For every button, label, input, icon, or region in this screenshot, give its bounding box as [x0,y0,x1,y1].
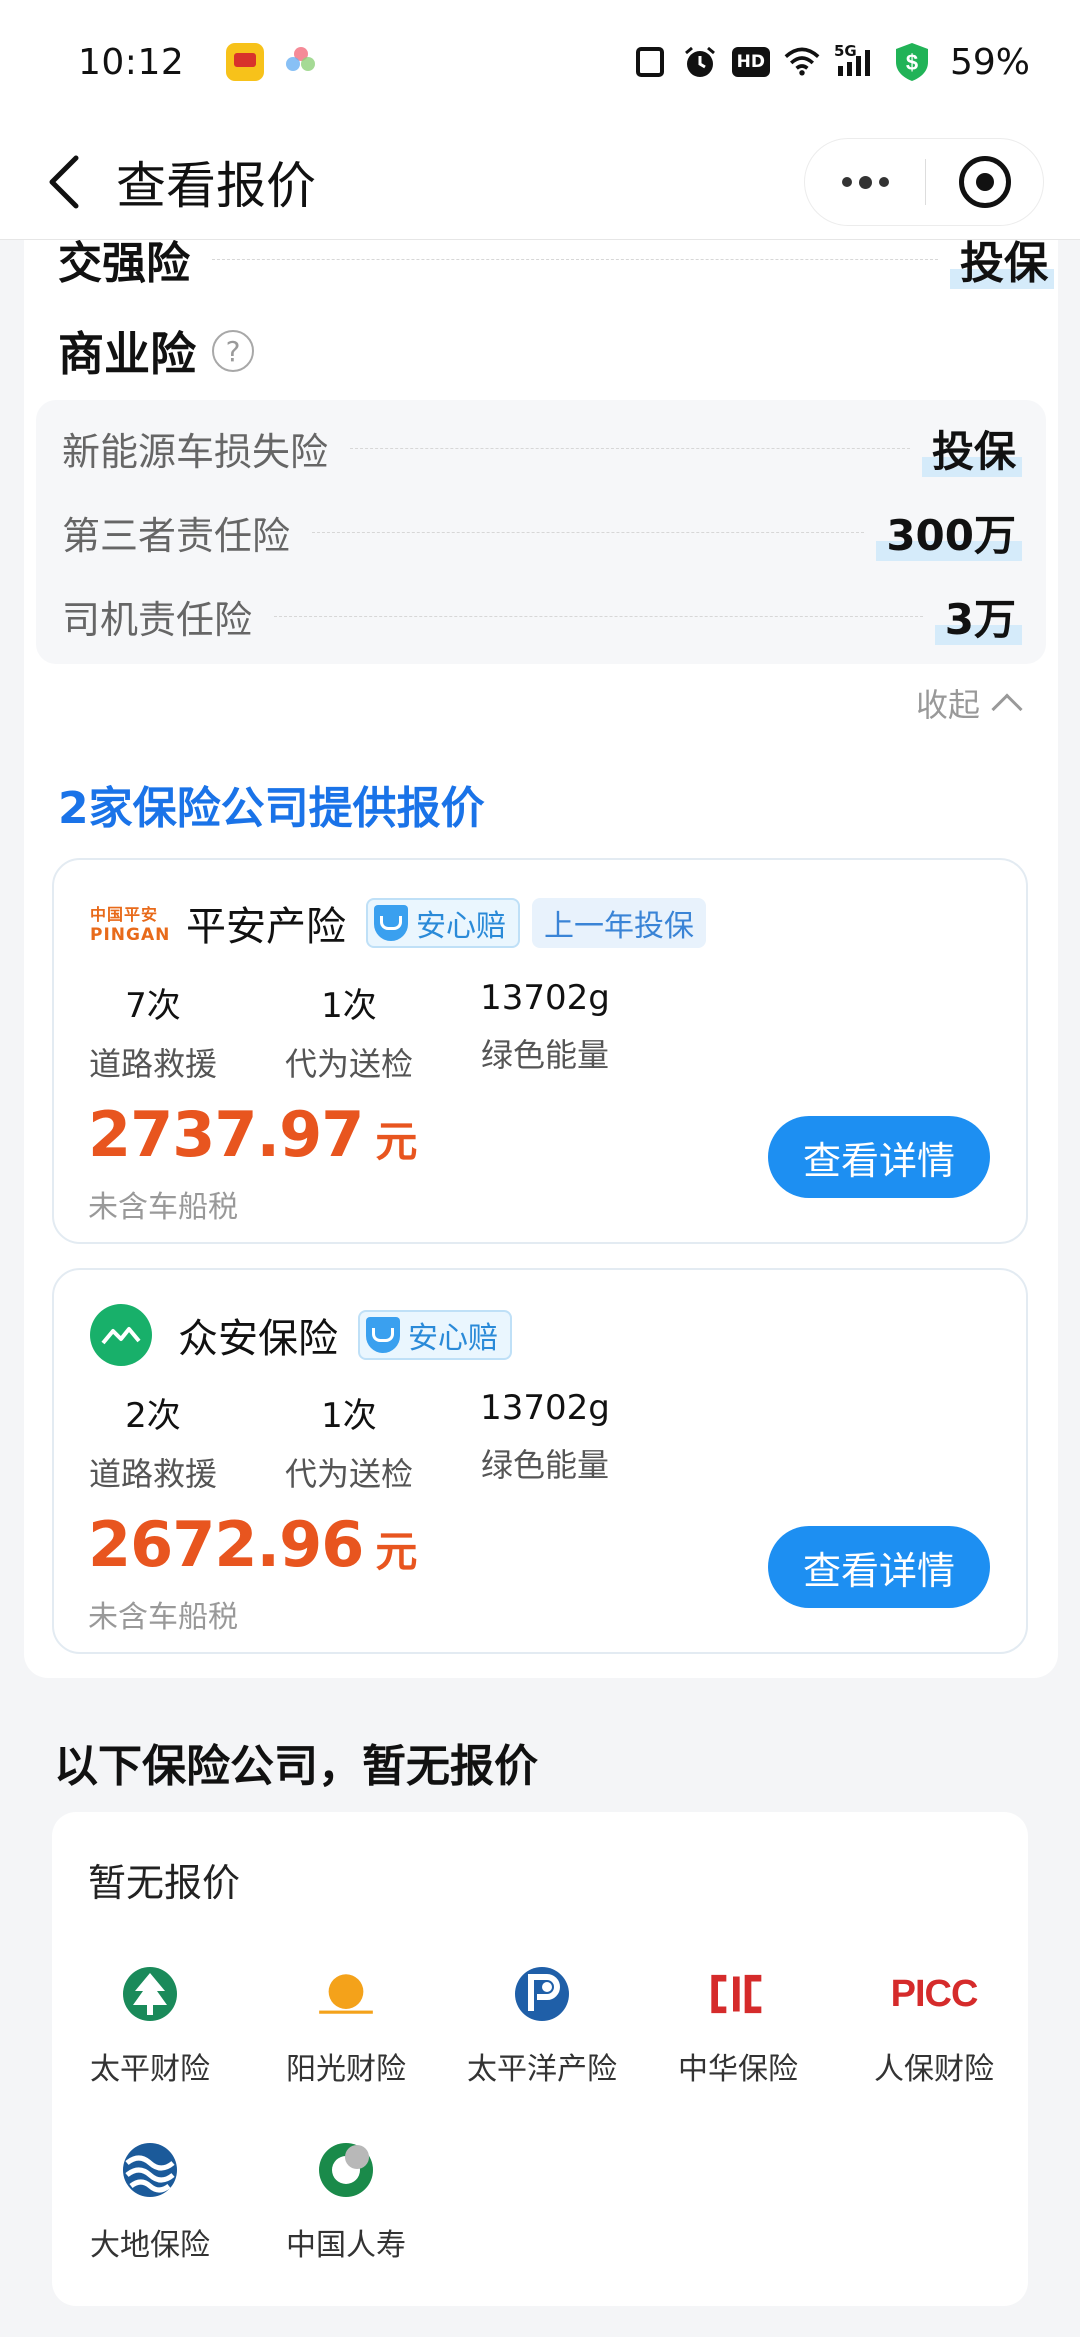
status-bar: 10:12 HD 5G $ 59% [0,0,1080,124]
quote-price: 2672.96 元 [88,1508,418,1581]
chinalife-logo-icon [316,2140,376,2200]
commercial-insurance-list: 新能源车损失险 投保 第三者责任险 300万 司机责任险 3万 [36,400,1046,664]
svg-text:$: $ [906,50,918,75]
dadi-logo-icon [120,2140,180,2200]
more-options-button[interactable] [805,175,925,189]
taiping-logo-icon [120,1964,180,2024]
stat-road-rescue: 7次 道路救援 [88,986,217,1083]
insurer-item[interactable]: PICC 人保财险 [836,1964,1032,2088]
stat-road-rescue: 2次 道路救援 [88,1396,217,1493]
stat-inspection: 1次 代为送检 [284,986,413,1083]
nfc-icon [632,44,668,80]
sunshine-logo-icon [316,1964,376,2024]
close-mini-program-button[interactable] [926,156,1043,208]
commercial-insurance-title: 商业险 ? [58,318,254,384]
insurer-quote-card[interactable]: 中国平安 PINGAN 平安产险 安心赔 上一年投保 7次 道路救援 1次 代为… [52,858,1028,1244]
list-item: 司机责任险 3万 [62,586,1023,646]
no-quote-subtitle: 暂无报价 [88,1861,241,1905]
navigation-bar: 查看报价 [0,124,1080,240]
insurer-quote-card[interactable]: 众安保险 安心赔 2次 道路救援 1次 代为送检 13702g 绿色能量 267… [52,1268,1028,1654]
page-title: 查看报价 [116,156,316,215]
dotted-leader [212,258,938,260]
mini-program-capsule [804,138,1044,226]
tax-note: 未含车船税 [88,1600,238,1635]
hd-icon: HD [731,47,770,77]
stat-green-energy: 13702g 绿色能量 [480,1388,610,1484]
insurer-header: 中国平安 PINGAN 平安产险 安心赔 上一年投保 [90,894,706,952]
benefit-stats: 7次 道路救援 1次 代为送检 13702g 绿色能量 [88,978,610,1085]
list-item: 第三者责任险 300万 [62,502,1022,562]
view-details-button[interactable]: 查看详情 [768,1116,990,1198]
insurer-name: 众安保险 [178,1316,338,1362]
cellular-signal-icon: 5G [834,42,880,80]
notification-flower-icon [286,47,316,77]
stat-green-energy: 13702g 绿色能量 [480,978,610,1074]
picc-logo-icon: PICC [890,1972,979,2015]
insurer-item[interactable]: 太平洋产险 [444,1964,640,2088]
no-quote-card: 暂无报价 太平财险 阳光财险 太平洋产险 中华保险 PICC 人保财险 大地保险… [52,1812,1028,2306]
quotes-section-title: 2家保险公司提供报价 [58,783,485,834]
insurer-name: 平安产险 [186,904,346,950]
anxinpei-badge: 安心赔 [358,1310,512,1360]
security-shield-icon: $ [894,43,930,81]
battery-level: 59% [949,41,1030,83]
tax-note: 未含车船税 [88,1190,238,1225]
chevron-up-icon [991,693,1023,725]
insurer-item[interactable]: 太平财险 [52,1964,248,2088]
cic-logo-icon [708,1964,768,2024]
wifi-icon [784,44,820,80]
zhongan-logo-icon [90,1304,152,1366]
previous-year-tag: 上一年投保 [532,898,706,948]
stat-inspection: 1次 代为送检 [284,1396,413,1493]
quote-price: 2737.97 元 [88,1098,418,1171]
status-icons: HD 5G $ 59% [632,42,1030,83]
cpic-logo-icon [512,1964,572,2024]
collapse-button[interactable]: 收起 [916,680,1023,726]
help-icon[interactable]: ? [212,330,254,372]
view-details-button[interactable]: 查看详情 [768,1526,990,1608]
anxinpei-badge: 安心赔 [366,898,520,948]
alarm-icon [682,44,718,80]
shield-icon [366,1317,400,1353]
benefit-stats: 2次 道路救援 1次 代为送检 13702g 绿色能量 [88,1388,610,1495]
insurer-item[interactable]: 阳光财险 [248,1964,444,2088]
target-icon [958,156,1011,208]
shield-icon [374,905,408,941]
no-quote-section-title: 以下保险公司，暂无报价 [54,1741,538,1792]
chevron-left-icon [49,155,79,208]
notification-app-icon [226,43,265,81]
insurer-item[interactable]: 中华保险 [640,1964,836,2088]
insurer-item[interactable]: 大地保险 [52,2140,248,2264]
list-item: 新能源车损失险 投保 [62,418,1023,478]
insurer-item[interactable]: 中国人寿 [248,2140,444,2264]
coverage-card: 交强险 投保 商业险 ? 新能源车损失险 投保 第三者责任险 300万 司机责任… [24,200,1058,1678]
pingan-logo-icon: 中国平安 PINGAN [90,905,171,945]
status-time: 10:12 [78,41,185,83]
back-button[interactable] [34,152,94,212]
insurer-header: 众安保险 安心赔 [90,1304,512,1366]
